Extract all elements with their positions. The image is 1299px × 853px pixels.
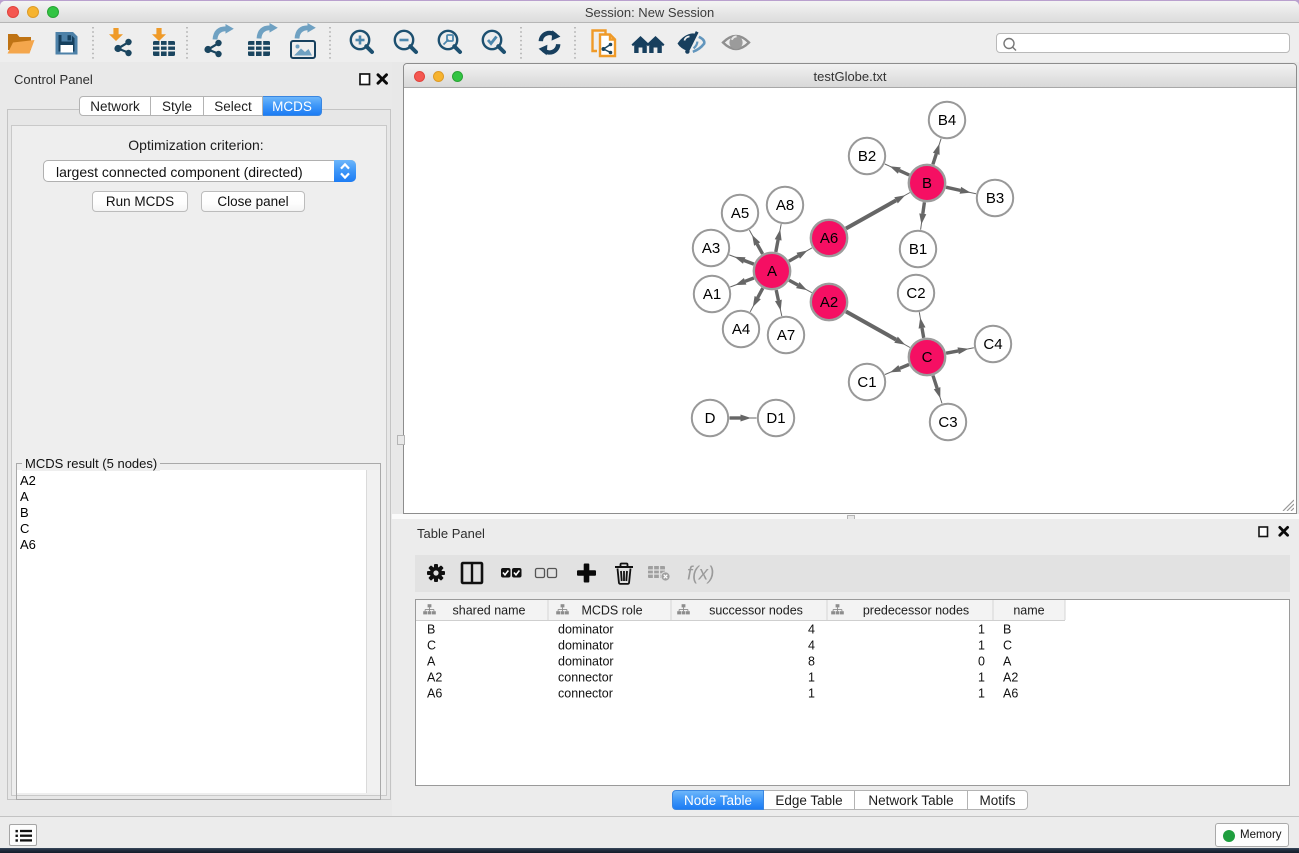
svg-text:C: C [1003, 639, 1012, 653]
svg-text:MCDS role: MCDS role [581, 604, 642, 618]
svg-text:B4: B4 [938, 112, 956, 129]
svg-text:A3: A3 [702, 240, 720, 257]
svg-text:1: 1 [978, 687, 985, 701]
svg-text:A8: A8 [776, 197, 794, 214]
svg-text:B3: B3 [986, 190, 1004, 207]
svg-text:A: A [1003, 655, 1012, 669]
svg-text:0: 0 [978, 655, 985, 669]
svg-text:A6: A6 [427, 687, 442, 701]
svg-text:B: B [922, 175, 932, 192]
svg-text:1: 1 [978, 639, 985, 653]
svg-text:shared name: shared name [453, 604, 526, 618]
svg-text:C2: C2 [906, 285, 925, 302]
svg-text:A2: A2 [820, 294, 838, 311]
svg-text:A2: A2 [427, 671, 442, 685]
svg-text:D: D [705, 410, 716, 427]
svg-text:C1: C1 [857, 374, 876, 391]
svg-text:A2: A2 [1003, 671, 1018, 685]
svg-text:predecessor nodes: predecessor nodes [863, 604, 969, 618]
svg-text:A: A [427, 655, 436, 669]
svg-text:name: name [1013, 604, 1044, 618]
svg-text:dominator: dominator [558, 655, 614, 669]
svg-text:B1: B1 [909, 241, 927, 258]
svg-text:C: C [427, 639, 436, 653]
svg-text:connector: connector [558, 687, 613, 701]
svg-text:successor nodes: successor nodes [709, 604, 803, 618]
svg-text:C3: C3 [938, 414, 957, 431]
svg-text:4: 4 [808, 639, 815, 653]
svg-text:connector: connector [558, 671, 613, 685]
svg-text:4: 4 [808, 623, 815, 637]
svg-text:A5: A5 [731, 205, 749, 222]
svg-text:8: 8 [808, 655, 815, 669]
svg-text:C: C [922, 349, 933, 366]
svg-text:dominator: dominator [558, 639, 614, 653]
svg-text:B: B [427, 623, 435, 637]
svg-text:C4: C4 [983, 336, 1002, 353]
svg-text:B: B [1003, 623, 1011, 637]
svg-text:A7: A7 [777, 327, 795, 344]
svg-text:A6: A6 [820, 230, 838, 247]
svg-text:D1: D1 [766, 410, 785, 427]
svg-text:1: 1 [978, 671, 985, 685]
svg-text:A6: A6 [1003, 687, 1018, 701]
svg-text:1: 1 [808, 687, 815, 701]
svg-text:f(x): f(x) [687, 564, 714, 585]
svg-text:1: 1 [978, 623, 985, 637]
svg-text:dominator: dominator [558, 623, 614, 637]
svg-text:A1: A1 [703, 286, 721, 303]
svg-text:A: A [767, 263, 777, 280]
svg-text:B2: B2 [858, 148, 876, 165]
svg-text:A4: A4 [732, 321, 750, 338]
svg-text:1: 1 [808, 671, 815, 685]
